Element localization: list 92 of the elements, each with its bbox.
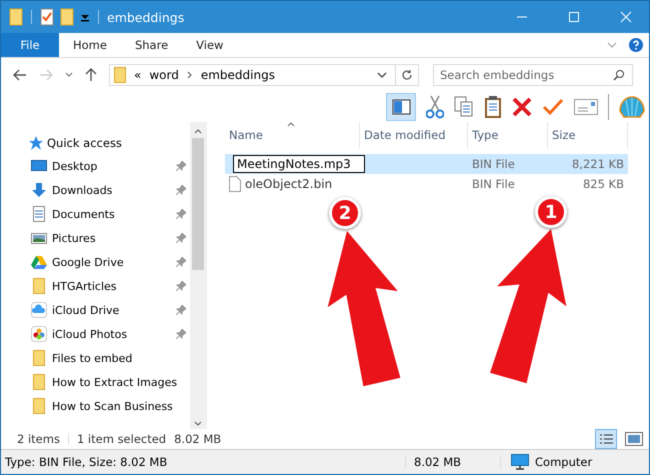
gdrive-icon xyxy=(31,254,47,270)
folder-icon xyxy=(114,67,126,83)
pin-icon[interactable] xyxy=(176,305,186,315)
file-type: BIN File xyxy=(472,157,515,171)
details-view-icon[interactable] xyxy=(595,429,617,449)
folder-icon[interactable] xyxy=(9,8,23,26)
sidebar-item[interactable]: Downloads xyxy=(52,184,171,196)
rename-field[interactable]: MeetingNotes.mp3 xyxy=(233,155,365,173)
chevron-down-icon[interactable] xyxy=(194,421,202,427)
file-name[interactable]: oleObject2.bin xyxy=(245,177,332,191)
pin-icon[interactable] xyxy=(176,281,186,291)
item-count: 2 items xyxy=(17,432,60,446)
column-header[interactable]: Type xyxy=(468,122,548,148)
status-info: Type: BIN File, Size: 8.02 MB xyxy=(1,455,406,469)
sort-caret-icon xyxy=(287,122,295,127)
ribbon-tab[interactable]: Home xyxy=(59,33,121,57)
back-arrow-icon[interactable] xyxy=(13,69,27,81)
pin-icon[interactable] xyxy=(176,209,186,219)
sidebar-item[interactable]: iCloud Drive xyxy=(52,304,171,316)
column-header[interactable]: Size xyxy=(548,122,628,148)
preview-pane-icon[interactable] xyxy=(386,93,416,121)
file-row[interactable]: oleObject2.bin BIN File 825 KB xyxy=(225,174,628,194)
number-badge: 2 xyxy=(329,197,361,229)
close-icon[interactable] xyxy=(620,11,632,23)
folder-icon[interactable] xyxy=(60,8,74,26)
chevron-down-icon[interactable] xyxy=(377,71,387,79)
breadcrumb[interactable]: embeddings xyxy=(200,68,275,82)
downloads-icon xyxy=(31,182,47,198)
pin-icon[interactable] xyxy=(176,233,186,243)
sidebar-item[interactable]: Desktop xyxy=(52,160,171,172)
address-bar[interactable]: « word embeddings xyxy=(109,64,419,86)
pin-icon[interactable] xyxy=(176,161,186,171)
thumbnail-view-icon[interactable] xyxy=(625,432,643,446)
sidebar-header[interactable]: Quick access xyxy=(47,136,122,150)
envelope-icon[interactable] xyxy=(574,99,598,115)
photos-icon xyxy=(31,326,47,342)
help-icon[interactable] xyxy=(629,38,643,52)
folder-icon xyxy=(31,374,47,390)
status-size: 8.02 MB xyxy=(406,455,501,469)
selection-status: 1 item selected xyxy=(76,432,166,446)
file-size: 825 KB xyxy=(582,177,624,191)
sidebar-item[interactable]: How to Scan Business xyxy=(52,400,190,412)
checkmark-icon[interactable] xyxy=(542,98,564,116)
file-type: BIN File xyxy=(472,177,515,191)
up-arrow-icon[interactable] xyxy=(85,68,97,82)
pin-icon[interactable] xyxy=(176,257,186,267)
sidebar-item[interactable]: Google Drive xyxy=(52,256,171,268)
computer-icon xyxy=(511,454,529,470)
file-row[interactable]: MeetingNotes.mp3 BIN File 8,221 KB xyxy=(225,154,628,174)
chevron-down-icon[interactable] xyxy=(65,72,73,78)
sidebar-item[interactable]: Files to embed xyxy=(52,352,190,364)
chevron-right-icon[interactable] xyxy=(186,71,193,79)
folder-icon xyxy=(31,278,47,294)
folder-icon xyxy=(31,398,47,414)
pin-icon[interactable] xyxy=(176,329,186,339)
sidebar-item[interactable]: iCloud Photos xyxy=(52,328,171,340)
folder-icon xyxy=(31,350,47,366)
sidebar-item[interactable]: HTGArticles xyxy=(52,280,171,292)
copy-icon[interactable] xyxy=(454,96,474,118)
chevron-up-icon[interactable] xyxy=(194,128,202,134)
documents-icon xyxy=(31,206,47,222)
pictures-icon xyxy=(31,230,47,246)
dropdown-icon[interactable] xyxy=(80,12,90,22)
file-icon xyxy=(229,176,241,192)
maximize-icon[interactable] xyxy=(568,11,580,23)
window-title: embeddings xyxy=(107,10,184,24)
ribbon-tab[interactable]: File xyxy=(1,33,59,57)
properties-icon[interactable] xyxy=(40,8,54,26)
scrollbar[interactable] xyxy=(190,122,206,429)
breadcrumb[interactable]: word xyxy=(149,68,179,82)
sidebar-item[interactable]: Documents xyxy=(52,208,171,220)
desktop-icon xyxy=(31,158,47,174)
pin-icon[interactable] xyxy=(176,185,186,195)
scissors-icon[interactable] xyxy=(426,95,444,119)
selection-size: 8.02 MB xyxy=(174,432,222,446)
icloud-icon xyxy=(31,302,47,318)
ribbon-tab[interactable]: Share xyxy=(120,33,182,57)
search-icon xyxy=(613,69,625,81)
number-badge: 1 xyxy=(535,196,567,228)
status-location: Computer xyxy=(535,455,592,469)
search-field[interactable]: Search embeddings xyxy=(433,64,633,86)
column-header[interactable]: Name xyxy=(225,122,360,148)
clipboard-icon[interactable] xyxy=(484,95,502,119)
column-header[interactable]: Date modified xyxy=(360,122,468,148)
ribbon-tab[interactable]: View xyxy=(182,33,238,57)
star-icon xyxy=(27,136,43,150)
breadcrumb-overflow[interactable]: « xyxy=(134,68,142,82)
sidebar-item[interactable]: How to Extract Images xyxy=(52,376,190,388)
file-size: 8,221 KB xyxy=(572,157,624,171)
shell-icon[interactable] xyxy=(619,95,645,119)
delete-icon[interactable] xyxy=(512,97,532,117)
sidebar-item[interactable]: Pictures xyxy=(52,232,171,244)
